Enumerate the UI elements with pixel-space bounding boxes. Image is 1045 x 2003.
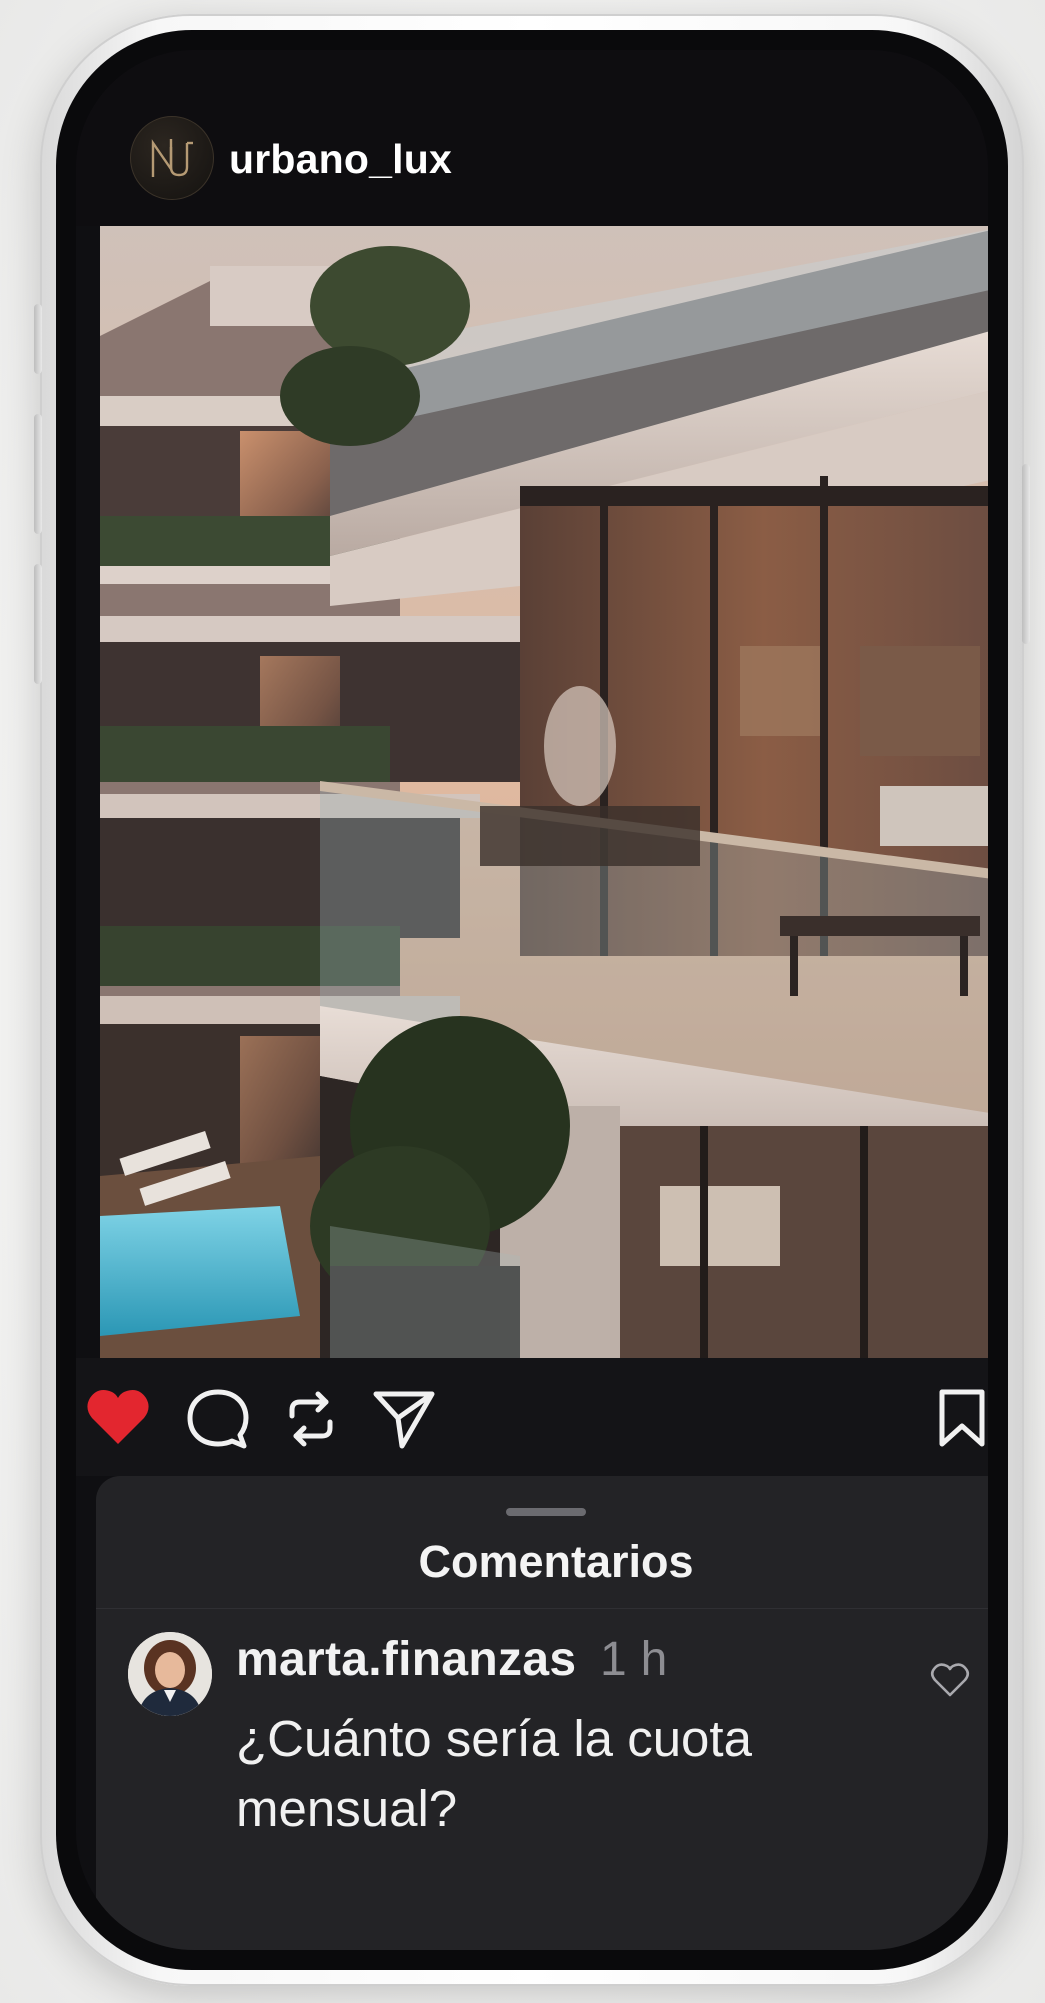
stage: urbano_lux Comentarios marta.finanzas 1 …	[0, 0, 1045, 2003]
side-button-volume-up	[34, 414, 42, 534]
app-screen: urbano_lux Comentarios marta.finanzas 1 …	[76, 50, 988, 1950]
repost-icon[interactable]	[282, 1388, 340, 1455]
side-button-power	[1022, 464, 1030, 644]
sheet-divider	[96, 1608, 988, 1609]
building-photo	[100, 226, 988, 1358]
comment-bubble-icon[interactable]	[186, 1388, 250, 1455]
comments-sheet: Comentarios marta.finanzas 1 h ¿Cuánto s…	[96, 1476, 988, 1950]
phone-bezel: urbano_lux Comentarios marta.finanzas 1 …	[56, 30, 1008, 1970]
post-header: urbano_lux	[76, 50, 988, 226]
send-icon[interactable]	[372, 1388, 436, 1455]
bookmark-icon[interactable]	[936, 1388, 988, 1453]
heart-outline-icon[interactable]	[930, 1662, 970, 1703]
avatar[interactable]	[128, 1632, 212, 1716]
account-username[interactable]: urbano_lux	[229, 136, 452, 183]
comment-timestamp: 1 h	[599, 1633, 668, 1686]
comment-username[interactable]: marta.finanzas	[236, 1633, 576, 1686]
sheet-drag-handle[interactable]	[506, 1508, 586, 1516]
comment-text: ¿Cuánto sería la cuota mensual?	[236, 1710, 752, 1837]
heart-filled-icon[interactable]	[86, 1388, 150, 1451]
phone-frame: urbano_lux Comentarios marta.finanzas 1 …	[34, 14, 1030, 1986]
comments-title: Comentarios	[418, 1536, 694, 1587]
side-button-volume-down	[34, 564, 42, 684]
monogram-logo-icon[interactable]	[130, 116, 214, 200]
post-photo[interactable]	[100, 226, 988, 1358]
side-button-action	[34, 304, 42, 374]
comment-header: marta.finanzas 1 h	[236, 1632, 668, 1687]
